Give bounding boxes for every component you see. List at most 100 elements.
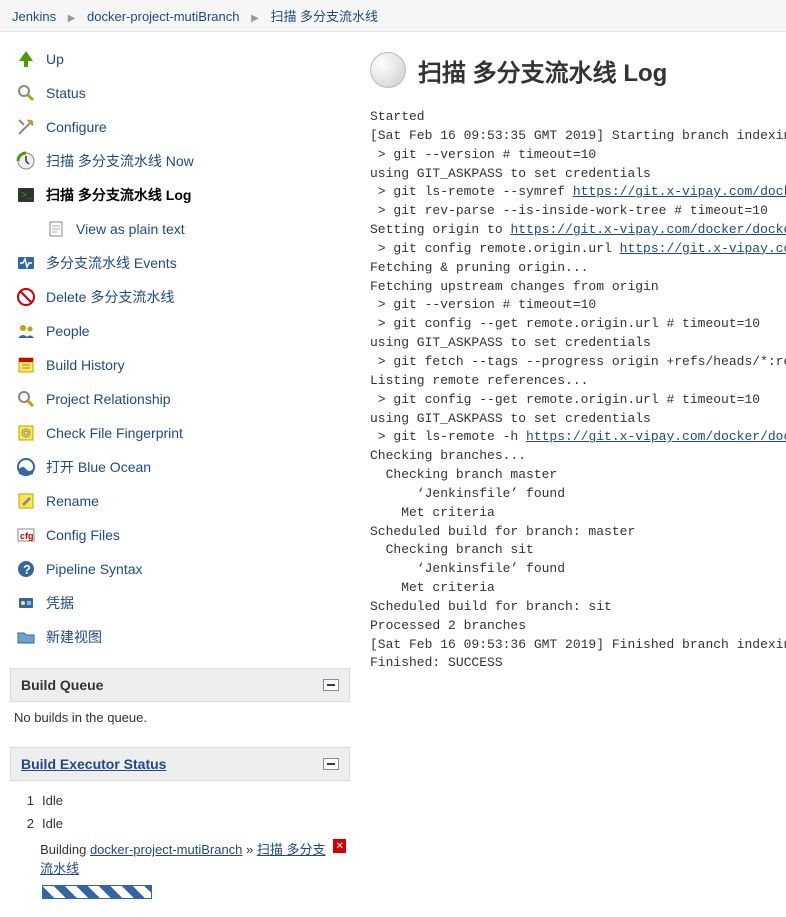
log-link[interactable]: https://git.x-vipay.com/docker/dock	[620, 241, 786, 256]
breadcrumb-link[interactable]: Jenkins	[12, 9, 56, 24]
nav-label[interactable]: Pipeline Syntax	[46, 561, 143, 577]
log-line: Checking branches...	[370, 448, 526, 463]
nav-label[interactable]: Up	[46, 51, 64, 67]
nav-plain-text[interactable]: View as plain text	[40, 212, 350, 246]
log-line: Checking branch sit	[370, 542, 534, 557]
nav-label[interactable]: Status	[46, 85, 86, 101]
log-line: Setting origin to	[370, 222, 510, 237]
nav-delete[interactable]: Delete 多分支流水线	[10, 280, 350, 314]
log-link[interactable]: https://git.x-vipay.com/docker/docker-pr…	[510, 222, 786, 237]
log-line: > git rev-parse --is-inside-work-tree # …	[370, 203, 768, 218]
history-icon	[14, 353, 38, 377]
rename-icon	[14, 489, 38, 513]
log-line: Processed 2 branches	[370, 618, 526, 633]
nav-credentials[interactable]: 凭据	[10, 586, 350, 620]
nav-label[interactable]: Project Relationship	[46, 391, 171, 407]
executor-status-body: 1 Idle 2 Idle Building docker-project-mu…	[10, 781, 350, 907]
executor-status-header: Build Executor Status	[10, 747, 350, 781]
nav-label[interactable]: Configure	[46, 119, 107, 135]
main-content: 扫描 多分支流水线 Log Started [Sat Feb 16 09:53:…	[350, 32, 786, 917]
log-line: Met criteria	[370, 580, 495, 595]
executor-row: 1 Idle	[14, 789, 346, 812]
log-line: Fetching & pruning origin...	[370, 260, 588, 275]
svg-text:cfg: cfg	[20, 531, 34, 541]
clock-icon	[14, 149, 38, 173]
page-title: 扫描 多分支流水线 Log	[370, 52, 786, 88]
nav-blue-ocean[interactable]: 打开 Blue Ocean	[10, 450, 350, 484]
people-icon	[14, 319, 38, 343]
nav-label[interactable]: 扫描 多分支流水线 Now	[46, 151, 194, 171]
log-line: [Sat Feb 16 09:53:36 GMT 2019] Finished …	[370, 637, 786, 652]
log-line: > git --version # timeout=10	[370, 147, 596, 162]
log-line: > git ls-remote --symref	[370, 184, 573, 199]
log-line: > git fetch --tags --progress origin +re…	[370, 354, 786, 369]
log-line: using GIT_ASKPASS to set credentials	[370, 411, 659, 426]
nav-label[interactable]: Delete 多分支流水线	[46, 287, 174, 307]
build-queue-body: No builds in the queue.	[10, 702, 350, 733]
nav-project-relationship[interactable]: Project Relationship	[10, 382, 350, 416]
executor-status-panel: Build Executor Status 1 Idle 2 Idle Buil…	[10, 747, 350, 907]
nav-configure[interactable]: Configure	[10, 110, 350, 144]
nav-label[interactable]: 新建视图	[46, 627, 102, 647]
svg-text:>_: >_	[21, 191, 34, 202]
nav-label[interactable]: Check File Fingerprint	[46, 425, 183, 441]
log-link[interactable]: https://git.x-vipay.com/docker/doc	[573, 184, 786, 199]
nav-events[interactable]: 多分支流水线 Events	[10, 246, 350, 280]
tools-icon	[14, 115, 38, 139]
building-link[interactable]: docker-project-mutiBranch	[90, 842, 242, 857]
breadcrumb: Jenkins ▶ docker-project-mutiBranch ▶ 扫描…	[0, 0, 786, 32]
nav-new-view[interactable]: 新建视图	[10, 620, 350, 654]
log-line: Started	[370, 109, 425, 124]
document-icon	[44, 217, 68, 241]
nav-fingerprint[interactable]: Check File Fingerprint	[10, 416, 350, 450]
nav-status[interactable]: Status	[10, 76, 350, 110]
nav-label[interactable]: Config Files	[46, 527, 120, 543]
nav-label[interactable]: 打开 Blue Ocean	[46, 457, 151, 477]
build-queue-header: Build Queue	[10, 668, 350, 702]
collapse-icon[interactable]	[323, 679, 339, 691]
sidebar: Up Status Configure 扫描 多分支流水线 Now >_ 扫描 …	[0, 32, 350, 917]
log-line: using GIT_ASKPASS to set credentials	[370, 166, 659, 181]
up-arrow-icon	[14, 47, 38, 71]
nav-up[interactable]: Up	[10, 42, 350, 76]
help-icon: ?	[14, 557, 38, 581]
executor-building-row: Building docker-project-mutiBranch » 扫描 …	[14, 835, 346, 881]
breadcrumb-link[interactable]: docker-project-mutiBranch	[87, 9, 239, 24]
collapse-icon[interactable]	[323, 758, 339, 770]
cancel-build-icon[interactable]: ✕	[333, 839, 346, 853]
log-line: Checking branch master	[370, 467, 557, 482]
nav-scan-now[interactable]: 扫描 多分支流水线 Now	[10, 144, 350, 178]
activity-icon	[14, 251, 38, 275]
log-line: > git ls-remote -h	[370, 429, 526, 444]
nav-build-history[interactable]: Build History	[10, 348, 350, 382]
nav-label[interactable]: Build History	[46, 357, 125, 373]
cfg-icon: cfg	[14, 523, 38, 547]
nav-label[interactable]: 扫描 多分支流水线 Log	[46, 185, 191, 205]
panel-title-link[interactable]: Build Executor Status	[21, 756, 166, 772]
progress-bar[interactable]	[42, 885, 152, 899]
log-line: ‘Jenkinsfile’ found	[370, 561, 565, 576]
credentials-icon	[14, 591, 38, 615]
nav-people[interactable]: People	[10, 314, 350, 348]
nav-pipeline-syntax[interactable]: ? Pipeline Syntax	[10, 552, 350, 586]
nav-label[interactable]: Rename	[46, 493, 99, 509]
log-line: > git config --get remote.origin.url # t…	[370, 316, 760, 331]
nav-label[interactable]: 多分支流水线 Events	[46, 253, 177, 273]
log-line: Finished: SUCCESS	[370, 655, 503, 670]
chevron-right-icon: ▶	[251, 13, 259, 24]
log-line: [Sat Feb 16 09:53:35 GMT 2019] Starting …	[370, 128, 786, 143]
log-line: Fetching upstream changes from origin	[370, 279, 659, 294]
nav-scan-log[interactable]: >_ 扫描 多分支流水线 Log	[10, 178, 350, 212]
breadcrumb-link[interactable]: 扫描 多分支流水线	[270, 9, 378, 24]
nav-config-files[interactable]: cfg Config Files	[10, 518, 350, 552]
chevron-right-icon: ▶	[68, 13, 76, 24]
nav-rename[interactable]: Rename	[10, 484, 350, 518]
nav-label[interactable]: People	[46, 323, 90, 339]
executor-row: 2 Idle	[14, 812, 346, 835]
blueocean-icon	[14, 455, 38, 479]
log-line: ‘Jenkinsfile’ found	[370, 486, 565, 501]
nav-label[interactable]: View as plain text	[76, 221, 185, 237]
log-link[interactable]: https://git.x-vipay.com/docker/docker-pr	[526, 429, 786, 444]
log-line: Met criteria	[370, 505, 495, 520]
nav-label[interactable]: 凭据	[46, 593, 74, 613]
